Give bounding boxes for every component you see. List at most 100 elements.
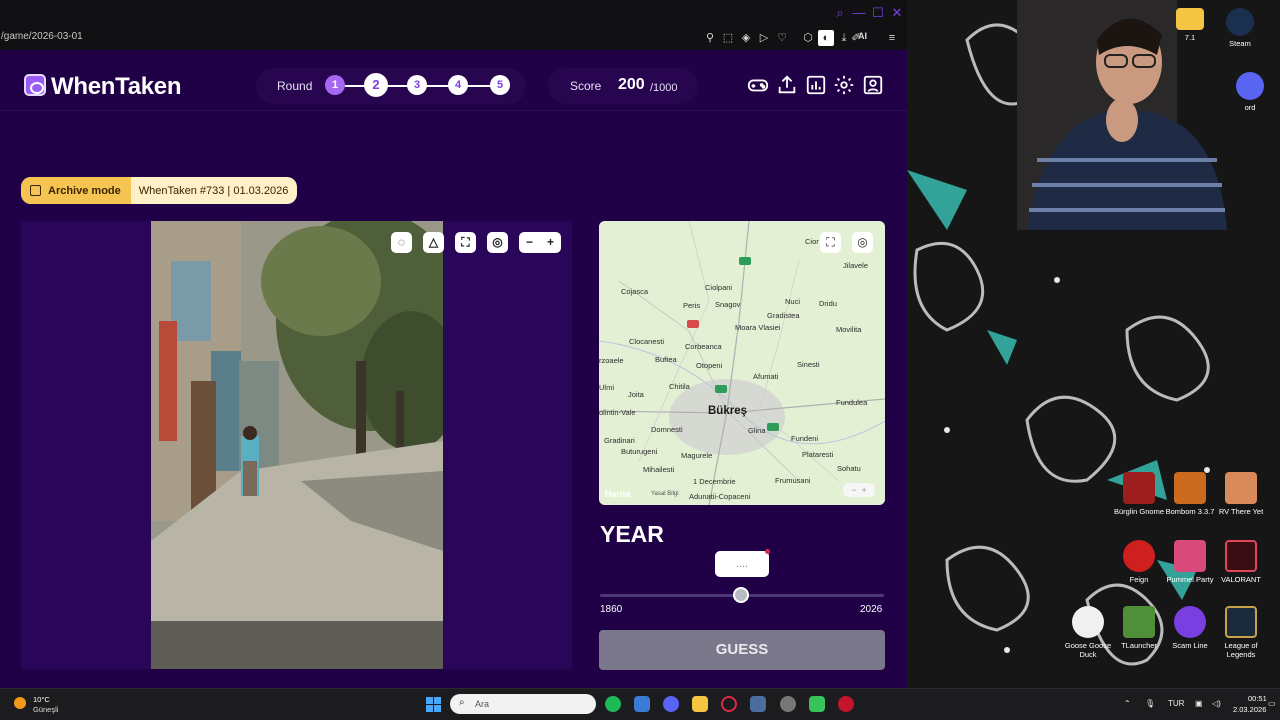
extensions-icon[interactable]: ⬡ xyxy=(800,30,816,46)
guess-map[interactable]: Cojasca Ciolpani Peris Snagov Nuci Dridu… xyxy=(599,221,885,505)
map-label: Gradistea xyxy=(767,311,800,320)
maximize-icon[interactable]: ☐ xyxy=(870,5,886,21)
round-2: 2 xyxy=(364,73,388,97)
desktop-icon-steam[interactable]: Steam xyxy=(1209,8,1271,48)
search-icon[interactable]: ⌕ xyxy=(832,5,848,21)
search-icon: ⌕ xyxy=(459,697,465,708)
map-label: Sinesti xyxy=(797,360,820,369)
map-label: Fundeni xyxy=(791,434,819,443)
network-icon[interactable]: ▣ xyxy=(1195,699,1203,708)
video-app-icon[interactable] xyxy=(838,696,854,712)
map-label: Adunatii-Copaceni xyxy=(689,492,751,501)
map-label: Joita xyxy=(628,390,644,399)
play-icon[interactable]: ▷ xyxy=(756,30,772,46)
microphone-icon[interactable]: 🎙 xyxy=(1145,699,1155,708)
focus-icon[interactable]: ◎ xyxy=(487,232,508,253)
fullscreen-icon[interactable]: ⛶ xyxy=(455,232,476,253)
volume-icon[interactable]: ◁) xyxy=(1212,699,1221,708)
map-label: Afumati xyxy=(753,372,779,381)
map-label: Jilavele xyxy=(843,261,869,270)
file-explorer-icon[interactable] xyxy=(692,696,708,712)
header-divider xyxy=(0,110,907,111)
desktop-icon-league-of-legends[interactable]: League of Legends xyxy=(1210,606,1272,659)
heart-icon[interactable]: ♡ xyxy=(774,30,790,46)
gamepad-icon[interactable] xyxy=(747,74,769,96)
year-slider-thumb[interactable] xyxy=(733,587,749,603)
account-icon[interactable] xyxy=(862,74,884,96)
map-legal[interactable]: Yasal Bilgi xyxy=(651,491,679,497)
map-label: Fundulea xyxy=(836,398,868,407)
year-value-bubble: .... xyxy=(715,551,769,577)
shield-icon[interactable]: ◈ xyxy=(738,30,754,46)
desktop-icon-discord[interactable]: ord xyxy=(1219,72,1280,112)
notifications-icon[interactable]: ▭ xyxy=(1268,699,1276,708)
round-label: Round xyxy=(277,79,313,93)
media-app-icon[interactable] xyxy=(809,696,825,712)
desktop-area: 7.1 Steam ord Bürglin Gnome Bombom 3.3.7… xyxy=(907,0,1280,688)
language-indicator[interactable]: TUR xyxy=(1168,699,1184,708)
map-label: Buturugeni xyxy=(621,447,658,456)
year-title: YEAR xyxy=(600,521,664,547)
ai-label[interactable]: AI xyxy=(858,31,867,41)
street-photo[interactable] xyxy=(151,221,443,669)
map-label: Snagov xyxy=(715,300,741,309)
profile-icon[interactable]: ◐ xyxy=(818,30,834,46)
map-label: Frumusani xyxy=(775,476,811,485)
map-focus-icon[interactable]: ◎ xyxy=(852,232,873,253)
score-label: Score xyxy=(570,79,602,93)
screenshot-icon[interactable]: ⬚ xyxy=(720,30,736,46)
guess-button[interactable]: GUESS xyxy=(599,630,885,670)
close-icon[interactable]: ✕ xyxy=(889,5,905,21)
map-label: 1 Decembrie xyxy=(693,477,736,486)
game-launcher-icon[interactable] xyxy=(750,696,766,712)
map-label: Buftea xyxy=(655,355,677,364)
map-label: Clocanesti xyxy=(629,337,665,346)
round-4: 4 xyxy=(448,75,468,95)
map-label: Domnesti xyxy=(651,425,683,434)
map-zoom-control[interactable]: − + xyxy=(843,483,875,497)
clock-date[interactable]: 2.03.2026 xyxy=(1233,705,1266,714)
mail-icon[interactable] xyxy=(634,696,650,712)
zoom-out-icon[interactable]: − xyxy=(519,232,540,253)
zoom-in-icon[interactable]: + xyxy=(540,232,561,253)
map-fullscreen-icon[interactable]: ⛶ xyxy=(820,232,841,253)
map-label: Moara Vlasiei xyxy=(735,323,781,332)
hint-icon[interactable]: ◌ xyxy=(391,232,412,253)
desktop-icon-valorant[interactable]: VALORANT xyxy=(1210,540,1272,584)
share-icon[interactable] xyxy=(776,74,798,96)
discord-icon[interactable] xyxy=(663,696,679,712)
taskbar-search-placeholder[interactable]: Ara xyxy=(475,699,489,709)
tray-chevron-icon[interactable]: ⌃ xyxy=(1124,699,1131,708)
spotify-icon[interactable] xyxy=(605,696,621,712)
map-label: Ulmi xyxy=(599,383,614,392)
stats-icon[interactable] xyxy=(805,74,827,96)
round-5: 5 xyxy=(490,75,510,95)
url-text[interactable]: /game/2026-03-01 xyxy=(1,31,83,42)
map-label: rzoaele xyxy=(599,356,624,365)
year-bubble-marker xyxy=(765,549,770,554)
menu-icon[interactable]: ≡ xyxy=(884,30,900,46)
pin-icon[interactable]: ⚲ xyxy=(702,30,718,46)
score-value: 200 xyxy=(618,76,645,93)
map-city-label: Bükreş xyxy=(708,405,747,417)
map-label: Cior xyxy=(805,237,819,246)
weather-condition[interactable]: Güneşli xyxy=(33,705,58,714)
map-label: Nuci xyxy=(785,297,801,306)
weather-sun-icon[interactable] xyxy=(14,697,26,709)
round-3: 3 xyxy=(407,75,427,95)
settings-app-icon[interactable] xyxy=(780,696,796,712)
settings-icon[interactable] xyxy=(833,74,855,96)
minimize-icon[interactable]: — xyxy=(851,5,867,21)
opera-gx-icon[interactable] xyxy=(721,696,737,712)
archive-mode-tag: Archive mode xyxy=(21,177,131,204)
weather-temperature[interactable]: 10°C xyxy=(33,695,50,704)
windows-start-icon[interactable] xyxy=(426,697,441,712)
desktop-icon-rv-there-yet[interactable]: RV There Yet xyxy=(1210,472,1272,516)
clock-time[interactable]: 00:51 xyxy=(1248,694,1267,703)
map-label: Cojasca xyxy=(621,287,649,296)
map-label: Dridu xyxy=(819,299,837,308)
taskbar-search[interactable] xyxy=(450,694,596,714)
report-icon[interactable]: △ xyxy=(423,232,444,253)
logo-text[interactable]: WhenTaken xyxy=(51,73,182,101)
address-bar[interactable]: /game/2026-03-01 ⚲ ⬚ ◈ ▷ ♡ ⬡ ◐ ⤓ ✐ AI ≡ xyxy=(0,26,907,50)
